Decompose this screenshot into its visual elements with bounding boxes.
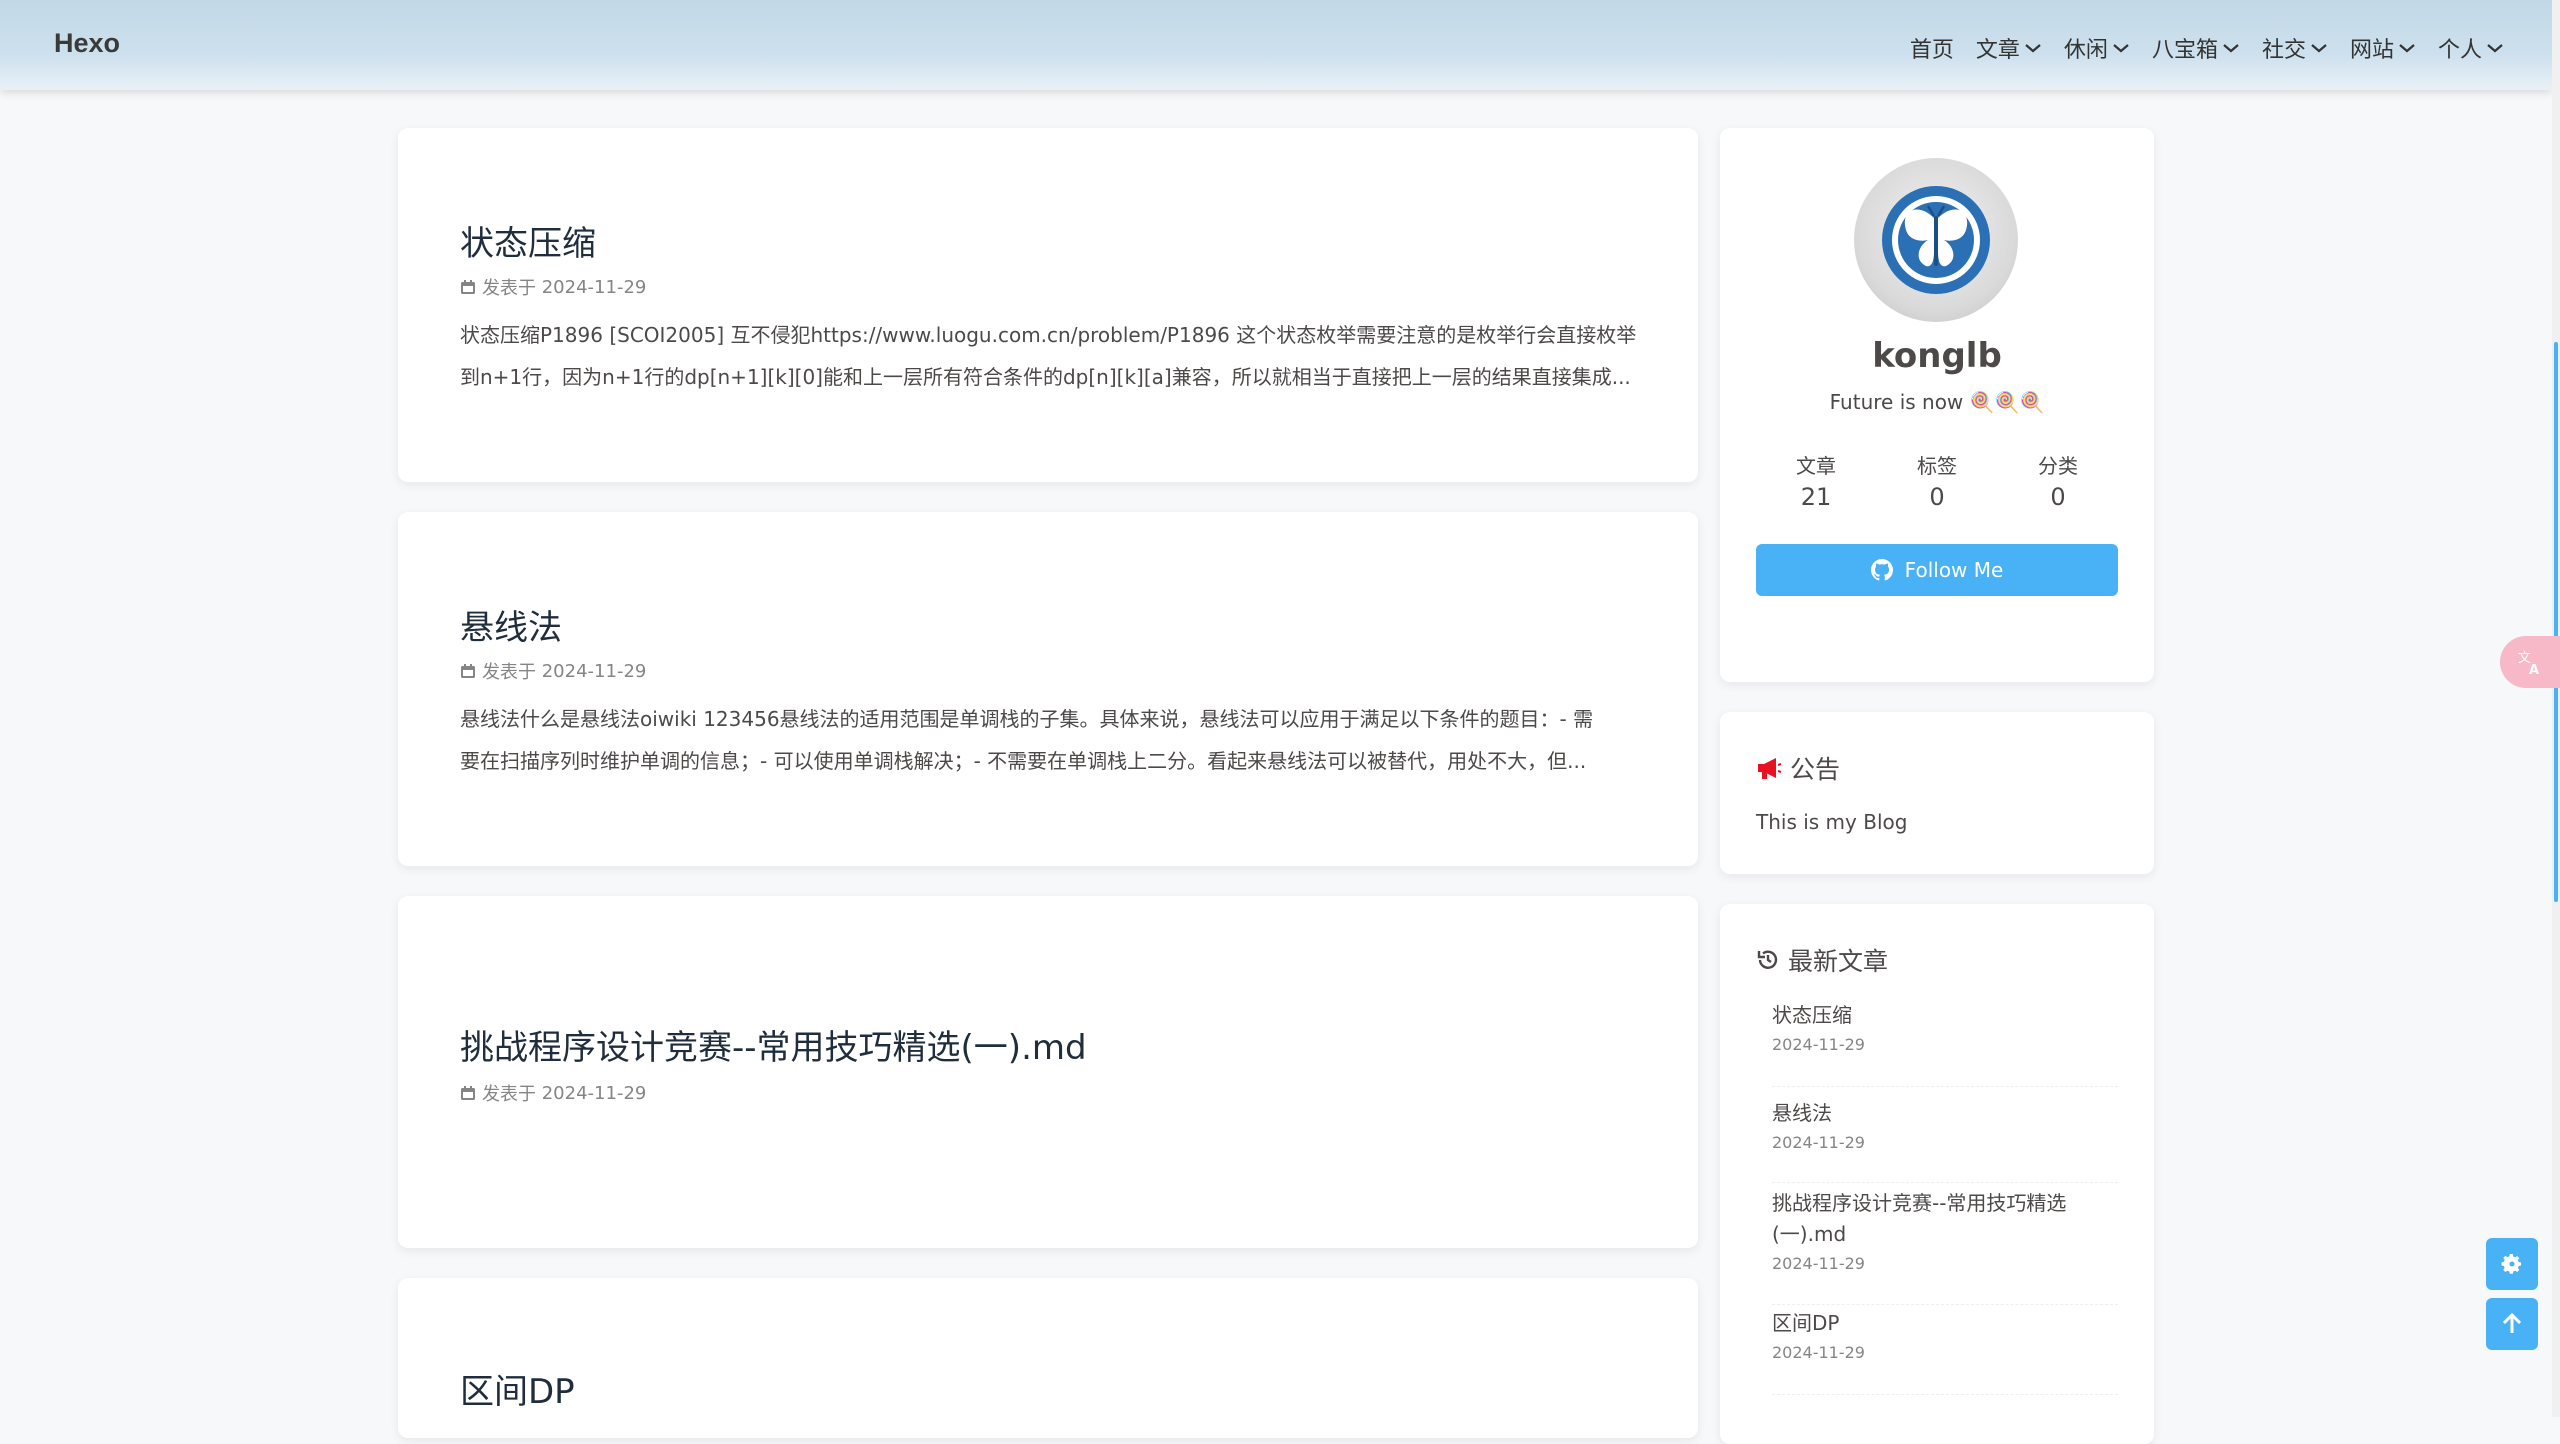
- post-date: 2024-11-29: [541, 1082, 647, 1104]
- recent-posts-header: 最新文章: [1756, 942, 1888, 978]
- avatar: [1854, 158, 2018, 322]
- site-brand[interactable]: Hexo: [54, 28, 120, 59]
- post-meta-prefix: 发表于: [482, 278, 536, 299]
- stat-value: 0: [1929, 483, 1945, 511]
- post-card: 挑战程序设计竞赛--常用技巧精选(一).md 发表于 2024-11-29: [398, 896, 1698, 1248]
- settings-button[interactable]: [2486, 1238, 2538, 1290]
- scrollbar-thumb[interactable]: [2554, 342, 2558, 902]
- post-title[interactable]: 悬线法: [460, 600, 562, 649]
- recent-posts-title: 最新文章: [1788, 947, 1889, 976]
- stat-categories[interactable]: 分类 0: [1998, 450, 2118, 511]
- post-meta-prefix: 发表于: [482, 662, 536, 683]
- recent-post-title: 区间DP: [1772, 1311, 1840, 1335]
- post-meta-prefix: 发表于: [482, 1084, 536, 1105]
- calendar-icon: [461, 280, 475, 294]
- nav-item-home[interactable]: 首页: [1910, 32, 1954, 64]
- stat-value: 21: [1800, 483, 1832, 511]
- recent-posts-card: 最新文章 状态压缩 2024-11-29 悬线法 2024-11-29 挑战程序…: [1720, 904, 2154, 1444]
- recent-post-title: 状态压缩: [1772, 1003, 1852, 1027]
- chevron-down-icon: [2222, 42, 2240, 54]
- stat-articles[interactable]: 文章 21: [1756, 450, 1876, 511]
- chevron-down-icon: [2112, 42, 2130, 54]
- history-icon: [1757, 950, 1778, 969]
- butterfly-icon: [1882, 186, 1990, 294]
- follow-me-button[interactable]: Follow Me: [1756, 544, 2118, 596]
- recent-post-item[interactable]: 悬线法 2024-11-29: [1772, 1098, 2118, 1183]
- recent-post-date: 2024-11-29: [1772, 1254, 1865, 1273]
- back-to-top-button[interactable]: [2486, 1298, 2538, 1350]
- stat-tags[interactable]: 标签 0: [1877, 450, 1997, 511]
- nav-item-sites[interactable]: 网站: [2350, 32, 2416, 64]
- svg-text:A: A: [2529, 663, 2539, 676]
- nav-item-label: 文章: [1975, 38, 2020, 63]
- post-meta: 发表于 2024-11-29: [460, 274, 646, 300]
- post-card: 状态压缩 发表于 2024-11-29 状态压缩P1896 [SCOI2005]…: [398, 128, 1698, 482]
- translate-button[interactable]: 文 A: [2500, 636, 2560, 688]
- post-date: 2024-11-29: [541, 660, 647, 682]
- announcement-title: 公告: [1790, 755, 1841, 784]
- author-stats: 文章 21 标签 0 分类 0: [1756, 450, 2118, 511]
- recent-post-date: 2024-11-29: [1772, 1133, 1865, 1152]
- navbar: Hexo 首页 文章 休闲 八宝箱 社交 网站 个人: [0, 0, 2552, 90]
- nav-item-label: 首页: [1909, 38, 1954, 63]
- arrow-up-icon: [2502, 1312, 2522, 1333]
- post-card: 悬线法 发表于 2024-11-29 悬线法什么是悬线法oiwiki 12345…: [398, 512, 1698, 866]
- nav-item-label: 网站: [2349, 38, 2394, 63]
- excerpt-line: 到n+1行，因为n+1行的dp[n+1][k][0]能和上一层所有符合条件的dp…: [460, 365, 1631, 389]
- nav-item-articles[interactable]: 文章: [1976, 32, 2042, 64]
- github-icon: [1870, 559, 1893, 581]
- recent-post-title: 挑战程序设计竞赛--常用技巧精选(一).md: [1772, 1191, 2067, 1246]
- post-excerpt: 状态压缩P1896 [SCOI2005] 互不侵犯https://www.luo…: [460, 314, 1640, 398]
- chevron-down-icon: [2398, 42, 2416, 54]
- recent-post-date: 2024-11-29: [1772, 1343, 1865, 1362]
- stat-label: 文章: [1796, 454, 1836, 478]
- author-description: Future is now 🍭🍭🍭: [1829, 390, 2045, 414]
- chevron-down-icon: [2024, 42, 2042, 54]
- post-meta: 发表于 2024-11-29: [460, 1080, 646, 1106]
- announcement-text: This is my Blog: [1756, 810, 1908, 834]
- gear-icon: [2501, 1254, 2521, 1274]
- nav-item-leisure[interactable]: 休闲: [2064, 32, 2130, 64]
- stat-label: 分类: [2038, 454, 2078, 478]
- calendar-icon: [461, 664, 475, 678]
- recent-post-item[interactable]: 区间DP 2024-11-29: [1772, 1308, 2118, 1395]
- stat-value: 0: [2050, 483, 2066, 511]
- follow-me-label: Follow Me: [1904, 558, 2004, 582]
- nav-item-label: 八宝箱: [2151, 38, 2218, 63]
- author-card: konglb Future is now 🍭🍭🍭 文章 21 标签 0 分类 0…: [1720, 128, 2154, 682]
- recent-post-item[interactable]: 挑战程序设计竞赛--常用技巧精选(一).md 2024-11-29: [1772, 1188, 2118, 1305]
- translate-icon: 文 A: [2518, 651, 2539, 676]
- nav-item-label: 社交: [2261, 38, 2306, 63]
- nav-item-personal[interactable]: 个人: [2438, 32, 2504, 64]
- chevron-down-icon: [2310, 42, 2328, 54]
- author-name: konglb: [1872, 336, 2002, 376]
- nav-item-label: 个人: [2437, 38, 2482, 63]
- post-title[interactable]: 区间DP: [460, 1364, 575, 1413]
- nav-menu: 首页 文章 休闲 八宝箱 社交 网站 个人: [1888, 32, 2504, 64]
- stat-label: 标签: [1917, 454, 1957, 478]
- recent-post-title: 悬线法: [1772, 1101, 1832, 1125]
- recent-post-item[interactable]: 状态压缩 2024-11-29: [1772, 1000, 2118, 1087]
- post-card: 区间DP: [398, 1278, 1698, 1438]
- announcement-card: 公告 This is my Blog: [1720, 712, 2154, 874]
- post-meta: 发表于 2024-11-29: [460, 658, 646, 684]
- nav-item-treasure[interactable]: 八宝箱: [2152, 32, 2240, 64]
- bullhorn-icon: [1758, 758, 1782, 779]
- post-excerpt: 悬线法什么是悬线法oiwiki 123456悬线法的适用范围是单调栈的子集。具体…: [460, 698, 1640, 782]
- post-date: 2024-11-29: [541, 276, 647, 298]
- chevron-down-icon: [2486, 42, 2504, 54]
- post-title[interactable]: 状态压缩: [460, 216, 596, 265]
- excerpt-line: 状态压缩P1896 [SCOI2005] 互不侵犯https://www.luo…: [460, 323, 1637, 347]
- excerpt-line: 悬线法什么是悬线法oiwiki 123456悬线法的适用范围是单调栈的子集。具体…: [460, 707, 1594, 731]
- recent-post-date: 2024-11-29: [1772, 1035, 1865, 1054]
- nav-item-social[interactable]: 社交: [2262, 32, 2328, 64]
- excerpt-line: 要在扫描序列时维护单调的信息；- 可以使用单调栈解决；- 不需要在单调栈上二分。…: [460, 749, 1587, 773]
- post-title[interactable]: 挑战程序设计竞赛--常用技巧精选(一).md: [460, 1020, 1087, 1069]
- nav-item-label: 休闲: [2063, 38, 2108, 63]
- calendar-icon: [461, 1086, 475, 1100]
- announcement-header: 公告: [1756, 750, 1840, 786]
